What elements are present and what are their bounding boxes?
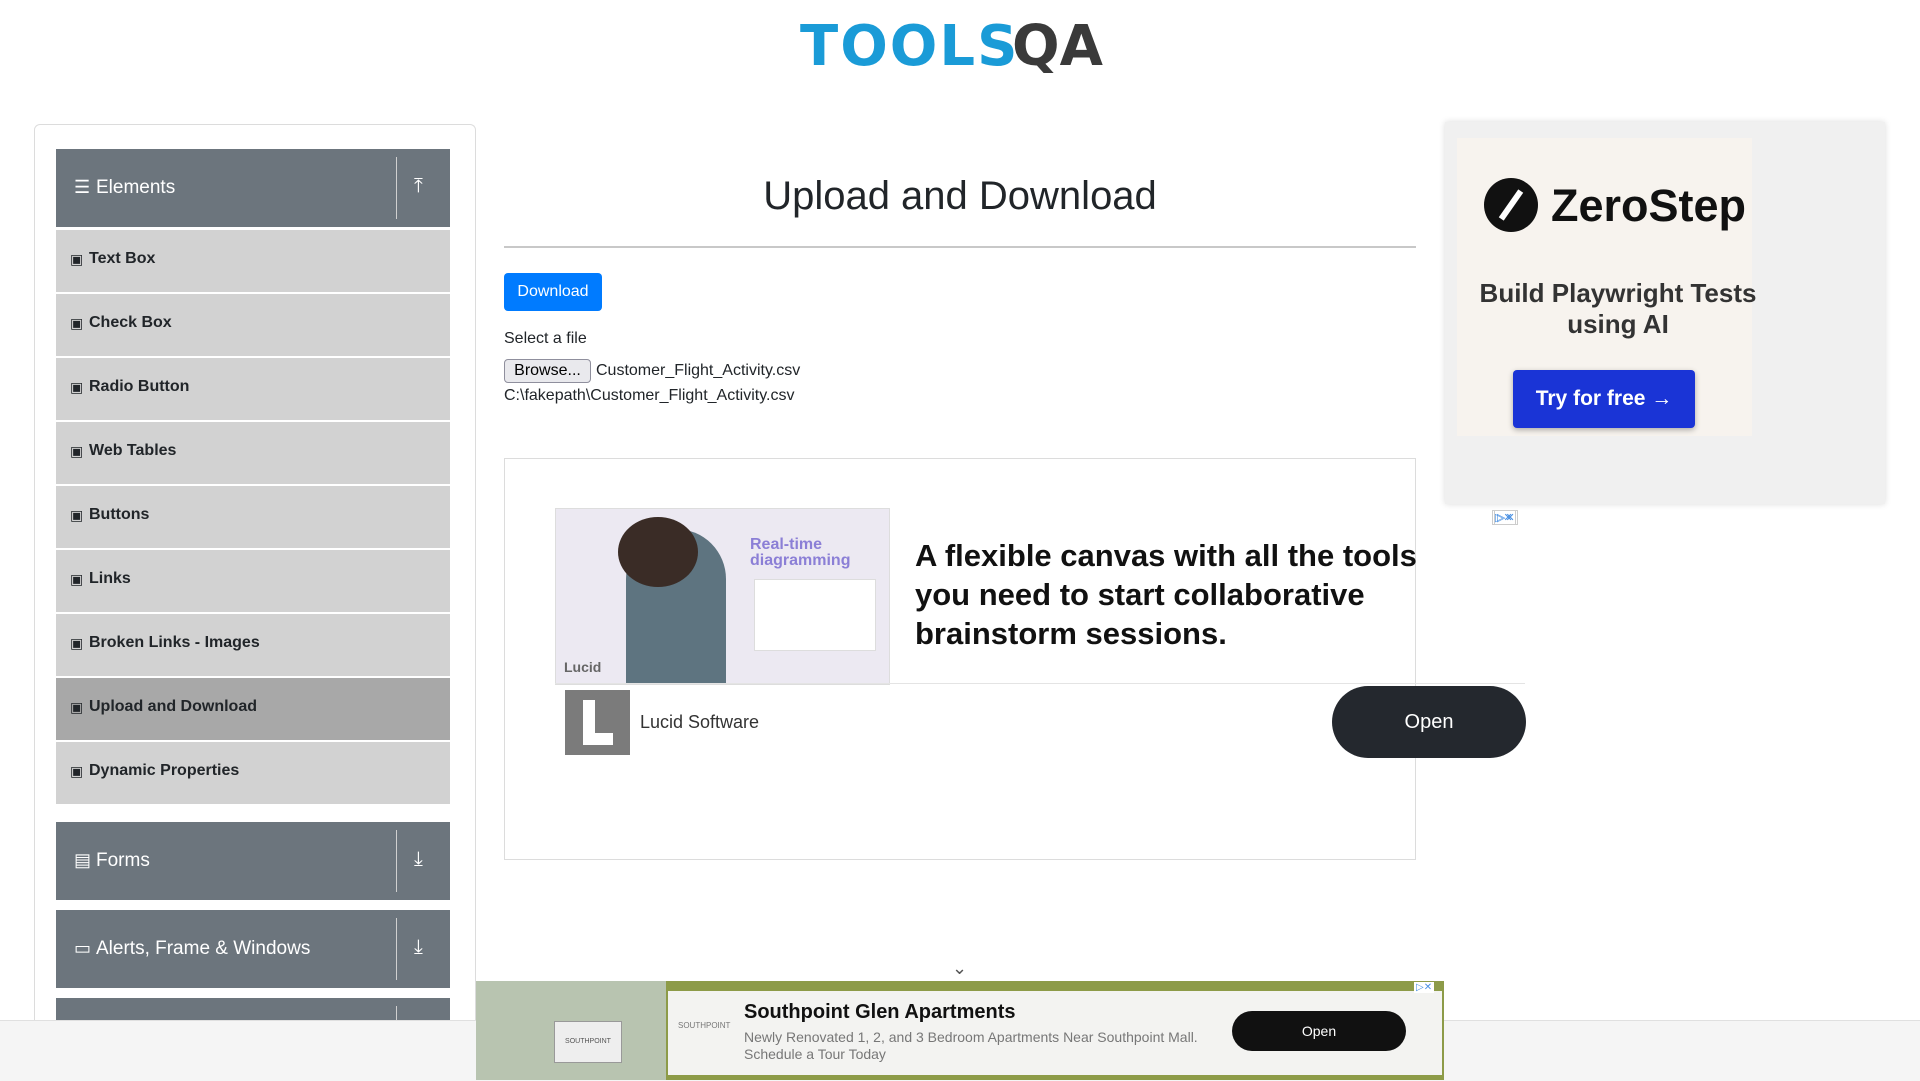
menu-item-icon: ▣ [70,315,84,331]
menu-item-icon: ▣ [70,251,84,267]
adchoices-icon[interactable]: ▷✕ [1414,982,1435,993]
menu-item-check-box[interactable]: ▣ Check Box [56,294,450,356]
southpoint-logo: SOUTHPOINT [678,1021,731,1030]
menu-item-icon: ▣ [70,699,84,715]
southpoint-ad[interactable]: SOUTHPOINT SOUTHPOINT Southpoint Glen Ap… [476,981,1444,1080]
uploaded-file-path: C:\fakepath\Customer_Flight_Activity.csv [504,387,795,404]
ad-person-hair [618,517,698,587]
group-label-forms: Forms [96,850,150,871]
menu-item-dynamic-properties[interactable]: ▣ Dynamic Properties [56,742,450,804]
toolsqa-logo[interactable]: TOOLS QA [800,14,1125,94]
southpoint-ad-panel: SOUTHPOINT Southpoint Glen Apartments Ne… [668,991,1442,1075]
menu-item-links[interactable]: ▣ Links [56,550,450,612]
menu-item-web-tables[interactable]: ▣ Web Tables [56,422,450,484]
hamburger-icon: ☰ [74,177,91,197]
ad-image-caption: Real-time diagramming [750,536,851,569]
ad-divider [555,683,1525,684]
page-title: Upload and Download [763,174,1157,218]
menu-item-label: Text Box [89,250,156,267]
zerostep-brand: ZeroStep [1551,180,1747,231]
menu-item-label: Broken Links - Images [89,634,260,651]
ad-diagram-graphic [754,579,876,651]
menu-item-buttons[interactable]: ▣ Buttons [56,486,450,548]
left-sidebar: ☰ Elements ⤒ ▣ Text Box ▣ Check Box ▣ Ra… [34,124,476,1081]
menu-item-icon: ▣ [70,635,84,651]
title-divider [504,246,1416,248]
ad-brand-name: Lucid Software [640,712,760,732]
ad-headline[interactable]: A flexible canvas with all the tools you… [915,536,1475,653]
menu-item-label: Buttons [89,506,150,523]
menu-item-label: Radio Button [89,378,190,395]
ad-image-brand: Lucid [564,659,602,675]
elements-menu-list: ▣ Text Box ▣ Check Box ▣ Radio Button ▣ … [56,230,450,806]
group-label-alerts: Alerts, Frame & Windows [96,938,311,959]
menu-item-label: Check Box [89,314,172,331]
collapse-arrow-icon[interactable]: ⤒ [414,175,423,198]
group-divider [396,157,397,219]
menu-item-icon: ▣ [70,443,84,459]
logo-text-tools: TOOLS [800,14,1020,79]
window-icon: ▭ [74,938,92,958]
form-icon: ▤ [74,850,92,870]
southpoint-description: Newly Renovated 1, 2, and 3 Bedroom Apar… [744,1029,1198,1062]
ad-image[interactable]: Real-time diagramming Lucid [555,508,890,685]
menu-item-label: Dynamic Properties [89,762,240,779]
zerostep-ad[interactable]: ZeroStep Build Playwright Tests using AI… [1445,122,1885,504]
menu-item-text-box[interactable]: ▣ Text Box [56,230,450,292]
adchoices-icon[interactable]: ▷✕ [1494,510,1518,525]
zerostep-card: ZeroStep Build Playwright Tests using AI… [1457,138,1756,436]
lucid-ad[interactable]: Real-time diagramming Lucid A flexible c… [555,508,1526,758]
expand-arrow-icon[interactable]: ⤓ [414,848,423,871]
browse-button[interactable]: Browse... [504,359,591,383]
menu-item-upload-download[interactable]: ▣ Upload and Download [56,678,450,740]
select-file-label: Select a file [504,330,587,347]
expand-arrow-icon[interactable]: ⤓ [414,936,423,959]
southpoint-open-button[interactable]: Open [1232,1011,1406,1051]
group-divider [396,830,397,892]
menu-item-icon: ▣ [70,379,84,395]
menu-item-label: Links [89,570,131,587]
zerostep-subtitle: Build Playwright Tests using AI [1479,278,1757,339]
menu-item-icon: ▣ [70,507,84,523]
try-for-free-button[interactable]: Try for free → [1513,370,1695,428]
logo-text-qa: QA [1012,14,1103,79]
group-header-elements[interactable]: ☰ Elements ⤒ [56,149,450,227]
menu-item-label: Upload and Download [89,698,257,715]
lucid-logo-icon [565,690,630,755]
menu-item-icon: ▣ [70,763,84,779]
group-header-forms[interactable]: ▤ Forms ⤓ [56,822,450,900]
group-divider [396,918,397,980]
apartment-sign: SOUTHPOINT [554,1021,622,1063]
site-header: TOOLS QA [0,0,1920,100]
menu-item-icon: ▣ [70,571,84,587]
chevron-down-icon[interactable]: ⌄ [952,958,967,979]
menu-item-radio-button[interactable]: ▣ Radio Button [56,358,450,420]
southpoint-title[interactable]: Southpoint Glen Apartments [744,1001,1015,1024]
group-header-alerts[interactable]: ▭ Alerts, Frame & Windows ⤓ [56,910,450,988]
menu-item-label: Web Tables [89,442,177,459]
ad-open-button[interactable]: Open [1332,686,1526,758]
download-button[interactable]: Download [504,273,602,311]
group-label-elements: Elements [96,177,176,198]
selected-file-name: Customer_Flight_Activity.csv [596,362,801,379]
apartment-photo: SOUTHPOINT [476,981,666,1080]
zerostep-logo-icon [1484,178,1538,232]
menu-item-broken-links[interactable]: ▣ Broken Links - Images [56,614,450,676]
